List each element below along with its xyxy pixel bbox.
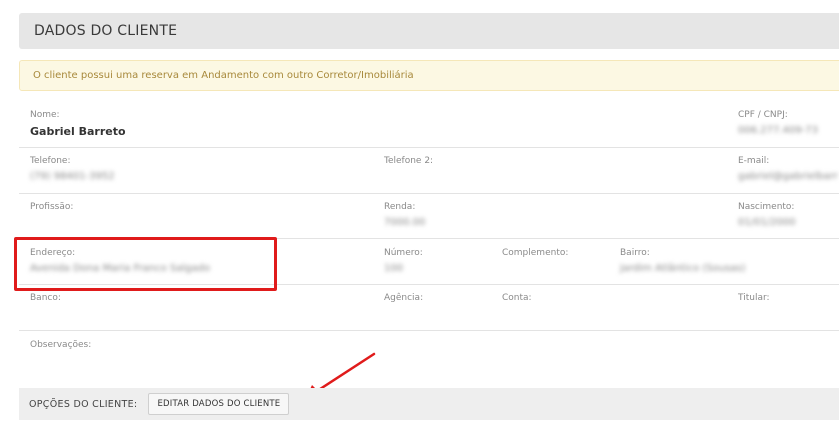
label-cpf: CPF / CNPJ: bbox=[738, 110, 788, 120]
edit-client-button[interactable]: EDITAR DADOS DO CLIENTE bbox=[148, 393, 290, 415]
field-complemento: Complemento: bbox=[502, 248, 568, 263]
label-telefone2: Telefone 2: bbox=[384, 156, 434, 166]
value-nome: Gabriel Barreto bbox=[30, 125, 126, 138]
client-options-bar: OPÇÕES DO CLIENTE: EDITAR DADOS DO CLIEN… bbox=[19, 388, 839, 420]
field-email: E-mail: gabriel@gabrielbarr bbox=[738, 156, 838, 182]
row-nome: Nome: Gabriel Barreto CPF / CNPJ: 006.27… bbox=[19, 100, 839, 148]
field-renda: Renda: 7000.00 bbox=[384, 202, 425, 228]
label-email: E-mail: bbox=[738, 156, 770, 166]
label-observacoes: Observações: bbox=[30, 340, 92, 350]
section-header: DADOS DO CLIENTE bbox=[19, 13, 839, 49]
reservation-alert: O cliente possui uma reserva em Andament… bbox=[19, 60, 839, 91]
section-title: DADOS DO CLIENTE bbox=[34, 23, 178, 39]
label-complemento: Complemento: bbox=[502, 248, 569, 258]
field-telefone2: Telefone 2: bbox=[384, 156, 433, 171]
label-numero: Número: bbox=[384, 248, 423, 258]
field-titular: Titular: bbox=[738, 293, 770, 308]
value-nascimento: 01/01/2000 bbox=[738, 217, 796, 228]
value-renda: 7000.00 bbox=[384, 217, 426, 228]
row-profissao: Profissão: Renda: 7000.00 Nascimento: 01… bbox=[19, 194, 839, 239]
label-banco: Banco: bbox=[30, 293, 61, 303]
label-telefone: Telefone: bbox=[30, 156, 71, 166]
field-profissao: Profissão: bbox=[30, 202, 73, 217]
value-numero: 100 bbox=[384, 263, 404, 274]
field-agencia: Agência: bbox=[384, 293, 423, 308]
row-observacoes: Observações: bbox=[19, 331, 839, 377]
label-agencia: Agência: bbox=[384, 293, 424, 303]
value-telefone: (79) 98401-3952 bbox=[30, 171, 115, 182]
field-observacoes: Observações: bbox=[30, 340, 91, 355]
label-bairro: Bairro: bbox=[620, 248, 650, 258]
label-conta: Conta: bbox=[502, 293, 532, 303]
field-conta: Conta: bbox=[502, 293, 532, 308]
field-banco: Banco: bbox=[30, 293, 61, 308]
field-numero: Número: 100 bbox=[384, 248, 423, 274]
field-nome: Nome: Gabriel Barreto bbox=[30, 110, 126, 138]
label-nascimento: Nascimento: bbox=[738, 202, 795, 212]
field-cpf: CPF / CNPJ: 006.277.409-73 bbox=[738, 110, 818, 136]
value-cpf: 006.277.409-73 bbox=[738, 125, 818, 136]
address-highlight-box bbox=[14, 237, 277, 291]
alert-text: O cliente possui uma reserva em Andament… bbox=[33, 70, 414, 81]
field-bairro: Bairro: Jardim Atlântico (Sousas) bbox=[620, 248, 746, 274]
field-telefone: Telefone: (79) 98401-3952 bbox=[30, 156, 115, 182]
label-titular: Titular: bbox=[738, 293, 770, 303]
value-bairro: Jardim Atlântico (Sousas) bbox=[620, 263, 746, 274]
value-email: gabriel@gabrielbarr bbox=[738, 171, 838, 182]
label-profissao: Profissão: bbox=[30, 202, 74, 212]
row-telefone: Telefone: (79) 98401-3952 Telefone 2: E-… bbox=[19, 148, 839, 194]
row-banco: Banco: Agência: Conta: Titular: bbox=[19, 285, 839, 331]
options-label: OPÇÕES DO CLIENTE: bbox=[29, 398, 138, 410]
field-nascimento: Nascimento: 01/01/2000 bbox=[738, 202, 796, 228]
label-renda: Renda: bbox=[384, 202, 416, 212]
label-nome: Nome: bbox=[30, 110, 60, 120]
